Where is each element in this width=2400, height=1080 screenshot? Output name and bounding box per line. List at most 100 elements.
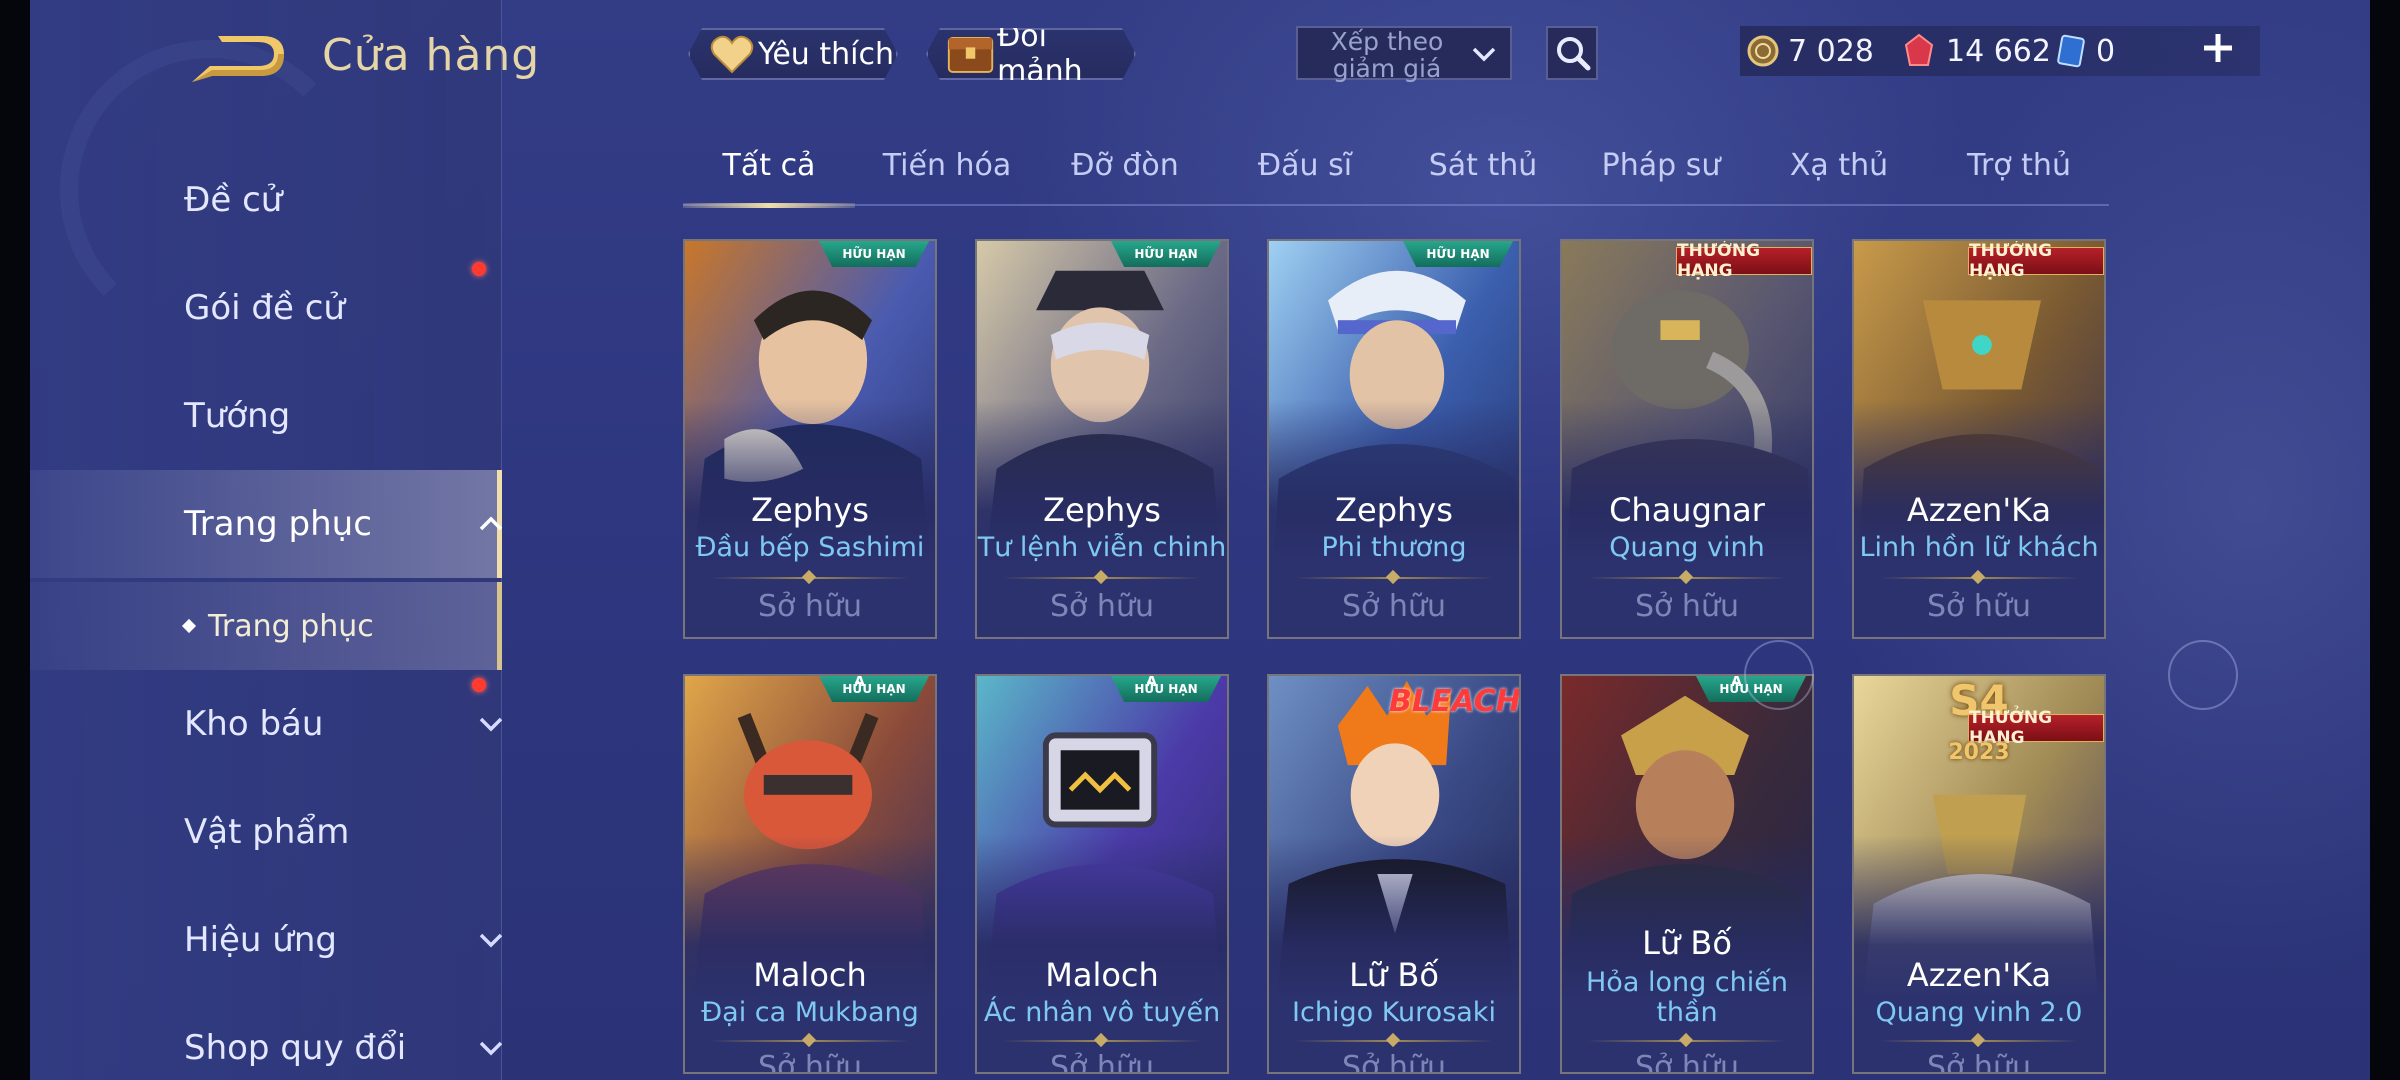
skin-card[interactable]: HỮU HẠN Zephys Tư lệnh viễn chinh Sở hữu [975,239,1229,639]
limited-badge: HỮU HẠN [1403,241,1513,267]
treasure-chest-icon [946,31,995,77]
hero-name: Zephys [1043,491,1161,529]
limited-badge: HỮU HẠN [819,241,929,267]
hero-name: Maloch [753,956,867,994]
grade-badge: A [1731,674,1742,690]
season-year: 2023 [1948,740,2010,765]
tab-fighter[interactable]: Đấu sĩ [1258,148,1352,183]
sidebar-subitem-skins[interactable]: Trang phục [30,582,502,670]
skin-card[interactable]: HỮU HẠN A Lữ Bố Hỏa long chiến thần Sở h… [1560,674,1814,1074]
skin-card[interactable]: THƯỞNG HẠNG Chaugnar Quang vinh Sở hữu [1560,239,1814,639]
sidebar-item-exchange-shop[interactable]: Shop quy đổi [30,996,503,1080]
chevron-up-icon [479,516,503,531]
grade-badge: A [854,674,865,690]
screen-edge-left [0,0,30,1080]
chevron-down-icon [479,1041,503,1056]
skin-name: Ác nhân vô tuyến [983,997,1221,1028]
owned-status: Sở hữu [1050,589,1154,624]
skin-card[interactable]: BLEACH Lữ Bố Ichigo Kurosaki Sở hữu [1267,674,1521,1074]
skin-name: Linh hồn lữ khách [1859,532,2099,563]
owned-status: Sở hữu [758,1050,862,1074]
sidebar-item-label: Hiệu ứng [184,920,337,960]
sort-dropdown[interactable]: Xếp theo giảm giá [1296,26,1512,82]
owned-status: Sở hữu [1635,589,1739,624]
fragment-currency: 0 [2056,26,2115,76]
exchange-fragments-button[interactable]: Đổi mảnh [926,28,1136,80]
skin-card[interactable]: HỮU HẠN Zephys Phi thương Sở hữu [1267,239,1521,639]
sidebar-item-label: Vật phẩm [184,812,350,852]
sidebar-item-label: Shop quy đổi [184,1028,407,1068]
hero-name: Maloch [1045,956,1159,994]
gold-amount: 7 028 [1788,33,1874,69]
owned-status: Sở hữu [1927,589,2031,624]
tab-mage[interactable]: Pháp sư [1602,148,1721,183]
shop-screen: Cửa hàng Đề cử Gói đề cử Tướng Trang phụ… [0,0,2400,1080]
skin-card[interactable]: THƯỞNG HẠNG Azzen'Ka Linh hồn lữ khách S… [1852,239,2106,639]
card-divider [1880,577,2078,579]
card-divider [1295,1040,1493,1042]
card-divider [711,1040,909,1042]
notification-dot [472,678,486,692]
tab-marksman[interactable]: Xạ thủ [1790,148,1888,183]
rank-reward-badge: THƯỞNG HẠNG [1968,241,2104,281]
owned-status: Sở hữu [1927,1050,2031,1074]
notification-dot [472,262,486,276]
sidebar-item-treasure[interactable]: Kho báu [30,672,503,776]
rank-reward-badge: THƯỞNG HẠNG [1968,708,2104,748]
card-divider [1588,1040,1786,1042]
card-divider [1003,577,1201,579]
favorite-button[interactable]: Yêu thích [688,28,898,80]
tab-support[interactable]: Trợ thủ [1967,148,2071,183]
card-divider [1588,577,1786,579]
rank-reward-badge: THƯỞNG HẠNG [1676,241,1812,281]
sidebar-subitem-label: Trang phục [208,608,374,644]
limited-badge: HỮU HẠN [1111,676,1221,702]
card-divider [1003,1040,1201,1042]
limited-badge: HỮU HẠN [1111,241,1221,267]
sidebar-item-label: Trang phục [184,504,372,544]
add-currency-button[interactable] [2196,26,2240,70]
sidebar-item-recommended-packs[interactable]: Gói đề cử [30,256,502,360]
chevron-down-icon [1472,47,1496,62]
sidebar-item-skins[interactable]: Trang phục [30,470,503,578]
chevron-down-icon [479,717,503,732]
search-button[interactable] [1546,26,1598,80]
back-button[interactable] [188,30,288,90]
skin-card[interactable]: HỮU HẠN Zephys Đầu bếp Sashimi Sở hữu [683,239,937,639]
tab-all[interactable]: Tất cả [723,148,816,183]
category-tabs: Tất cả Tiến hóa Đỡ đòn Đấu sĩ Sát thủ Ph… [683,140,2109,208]
hero-name: Zephys [1335,491,1453,529]
tab-evolution[interactable]: Tiến hóa [883,148,1012,183]
hero-name: Azzen'Ka [1906,956,2052,994]
voucher-currency: 14 662 [1902,26,2051,76]
bleach-logo: BLEACH [1389,684,1521,719]
card-divider [711,577,909,579]
skin-card[interactable]: HỮU HẠN A Maloch Ác nhân vô tuyến Sở hữu [975,674,1229,1074]
skin-name: Đại ca Mukbang [701,997,919,1028]
owned-status: Sở hữu [1050,1050,1154,1074]
floating-ring-decoration [2168,640,2238,710]
fragment-amount: 0 [2096,33,2116,69]
voucher-amount: 14 662 [1946,33,2051,69]
tab-tank[interactable]: Đỡ đòn [1071,148,1179,183]
currency-bar: 7 028 14 662 0 [1740,26,2260,76]
sidebar-item-recommended[interactable]: Đề cử [30,148,502,252]
limited-badge: HỮU HẠN [819,676,929,702]
skin-name: Quang vinh 2.0 [1875,997,2083,1028]
hero-name: Lữ Bố [1349,956,1439,994]
sidebar-item-heroes[interactable]: Tướng [30,364,502,468]
sidebar-item-effects[interactable]: Hiệu ứng [30,888,503,992]
hero-name: Lữ Bố [1642,924,1732,962]
favorite-label: Yêu thích [758,36,894,72]
fragment-card-icon [2057,34,2085,68]
skin-name: Đầu bếp Sashimi [695,532,925,563]
gold-currency: 7 028 [1746,26,1874,76]
skin-card[interactable]: HỮU HẠN A Maloch Đại ca Mukbang Sở hữu [683,674,937,1074]
skin-name: Tư lệnh viễn chinh [977,532,1227,563]
gold-coin-icon [1747,35,1779,67]
skin-name: Ichigo Kurosaki [1292,997,1496,1028]
card-divider [1880,1040,2078,1042]
tab-assassin[interactable]: Sát thủ [1429,148,1538,183]
skin-card[interactable]: S4 THƯỞNG HẠNG 2023 Azzen'Ka Quang vinh … [1852,674,2106,1074]
sidebar-item-items[interactable]: Vật phẩm [30,780,502,884]
